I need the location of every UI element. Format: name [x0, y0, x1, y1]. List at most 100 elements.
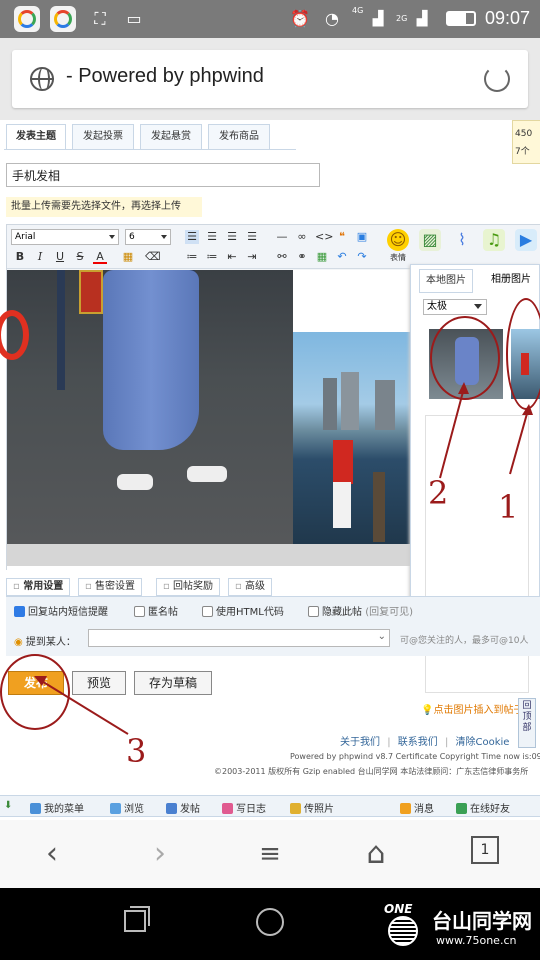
upload-photo[interactable]: 传照片 — [290, 800, 334, 815]
checkbox[interactable] — [14, 606, 25, 617]
video-button[interactable]: ▶ — [513, 229, 539, 265]
recent-apps-icon[interactable] — [124, 906, 150, 932]
unlink-icon[interactable]: ⚯ — [275, 250, 289, 264]
undo-icon[interactable]: ↶ — [335, 250, 349, 264]
unordered-list-icon[interactable]: ≔ — [205, 250, 219, 264]
at-icon: ◉ — [14, 637, 23, 648]
building — [375, 380, 395, 430]
link-icon[interactable]: ∞ — [295, 230, 309, 244]
link-about[interactable]: 关于我们 — [340, 737, 380, 748]
ordered-list-icon[interactable]: ≔ — [185, 250, 199, 264]
font-family-value: Arial — [15, 232, 36, 242]
flash-icon[interactable]: ▣ — [355, 230, 369, 244]
eraser-icon[interactable]: ⌫ — [145, 250, 161, 264]
table-icon[interactable]: ▦ — [315, 250, 329, 264]
download-icon[interactable]: ⬇ — [4, 800, 12, 811]
site-toolbar: ⬇ 我的菜单 浏览 发帖 写日志 传照片 消息 在线好友 — [0, 795, 540, 817]
home-icon[interactable]: ⌂ — [356, 834, 396, 874]
write-diary[interactable]: 写日志 — [222, 800, 266, 815]
attachment-button[interactable]: ⌇ — [449, 229, 475, 265]
annotation-circle — [430, 316, 500, 400]
link-contact[interactable]: 联系我们 — [398, 737, 438, 748]
preview-button[interactable]: 预览 — [72, 671, 126, 695]
remind-input[interactable]: ⌄ — [88, 629, 390, 647]
wooden-post — [373, 472, 385, 542]
checkbox-anonymous[interactable]: 匿名帖 — [134, 603, 178, 618]
save-draft-button[interactable]: 存为草稿 — [134, 671, 212, 695]
checkbox-label: 回复站内短信提醒 — [28, 607, 108, 618]
my-menu[interactable]: 我的菜单 — [30, 800, 84, 815]
home-button-icon[interactable] — [256, 908, 284, 936]
checkbox-reply-notify[interactable]: 回复站内短信提醒 — [14, 603, 108, 618]
tab-switcher-button[interactable]: 1 — [471, 836, 499, 864]
tab-common-settings[interactable]: ▫ 常用设置 — [6, 578, 71, 596]
address-bar[interactable]: - Powered by phpwind — [12, 50, 528, 108]
tab-label: 售密设置 — [94, 581, 135, 592]
tab-dot-icon: ▫ — [85, 581, 92, 592]
emoticon-button[interactable]: ☺ 表情 — [385, 229, 411, 265]
reload-icon[interactable] — [484, 66, 510, 92]
checkbox[interactable] — [134, 606, 145, 617]
messages[interactable]: 消息 — [400, 800, 434, 815]
shoe — [187, 466, 227, 482]
new-post[interactable]: 发帖 — [166, 800, 200, 815]
checkbox[interactable] — [308, 606, 319, 617]
tab-advanced[interactable]: ▫ 高级 — [228, 578, 272, 596]
building — [323, 378, 337, 430]
strikethrough-icon[interactable]: S — [73, 250, 87, 264]
forward-icon[interactable]: › — [140, 834, 180, 874]
font-color-icon[interactable]: A — [93, 250, 107, 264]
underline-icon[interactable]: U — [53, 250, 67, 264]
tooltip-text: 450 7个 — [515, 129, 533, 157]
diary-icon — [222, 803, 233, 814]
tab-start-poll[interactable]: 发起投票 — [72, 124, 134, 150]
link-clear-cookie[interactable]: 清除Cookie — [456, 737, 510, 748]
back-to-top-button[interactable]: 回 顶 部 — [518, 698, 536, 748]
tab-publish-product[interactable]: 发布商品 — [208, 124, 270, 150]
browse[interactable]: 浏览 — [110, 800, 144, 815]
folder-select[interactable]: 太极 — [423, 299, 487, 315]
redo-icon[interactable]: ↷ — [355, 250, 369, 264]
double-chevron-icon: ⌄ — [377, 631, 386, 642]
insert-tip-text: 点击图片插入到帖子 — [433, 705, 524, 716]
align-center-icon[interactable]: ☰ — [205, 230, 219, 244]
italic-icon[interactable]: I — [33, 250, 47, 264]
checkbox-note: (回复可见) — [365, 607, 413, 618]
tab-local-images[interactable]: 本地图片 — [419, 269, 473, 293]
quote-icon[interactable]: ❝ — [335, 230, 349, 244]
background-color-icon[interactable]: ▦ — [121, 250, 135, 264]
checkbox-hide-post[interactable]: 隐藏此帖 (回复可见) — [308, 603, 413, 618]
back-icon[interactable]: ‹ — [32, 834, 72, 874]
network-label: 2G — [396, 14, 408, 23]
align-left-icon[interactable]: ☰ — [185, 230, 199, 244]
bold-icon[interactable]: B — [13, 250, 27, 264]
tab-album-images[interactable]: 相册图片 — [485, 269, 537, 293]
screen: ⛶ ▭ ⏰ ◔ 4G ▟ 2G ▟ 09:07 - Powered by php… — [0, 0, 540, 960]
menu-icon — [30, 803, 41, 814]
attach-link-icon[interactable]: ⚭ — [295, 250, 309, 264]
font-size-select[interactable]: 6 — [125, 229, 171, 245]
tab-reply-reward[interactable]: ▫ 回帖奖励 — [156, 578, 220, 596]
indent-icon[interactable]: ⇥ — [245, 250, 259, 264]
horizontal-rule-icon[interactable]: — — [275, 230, 289, 244]
chevron-down-icon — [474, 304, 482, 309]
menu-icon[interactable]: ≡ — [250, 834, 290, 874]
align-right-icon[interactable]: ☰ — [225, 230, 239, 244]
outdent-icon[interactable]: ⇤ — [225, 250, 239, 264]
online-friends[interactable]: 在线好友 — [456, 800, 510, 815]
image-button[interactable]: ▨ — [417, 229, 443, 265]
tab-dot-icon: ▫ — [163, 581, 170, 592]
checkbox[interactable] — [202, 606, 213, 617]
code-icon[interactable]: <> — [315, 230, 333, 244]
align-justify-icon[interactable]: ☰ — [245, 230, 259, 244]
tab-post-topic[interactable]: 发表主题 — [6, 124, 66, 150]
music-button[interactable]: ♫ — [481, 229, 507, 265]
tab-start-reward[interactable]: 发起悬赏 — [140, 124, 202, 150]
tab-label: 高级 — [244, 581, 265, 592]
font-family-select[interactable]: Arial — [11, 229, 119, 245]
tab-sell-settings[interactable]: ▫ 售密设置 — [78, 578, 142, 596]
title-input[interactable]: 手机发相 — [6, 163, 320, 187]
checkbox-html[interactable]: 使用HTML代码 — [202, 603, 284, 618]
lightbulb-icon: 💡 — [421, 705, 434, 716]
tab-label: 回帖奖励 — [172, 581, 213, 592]
